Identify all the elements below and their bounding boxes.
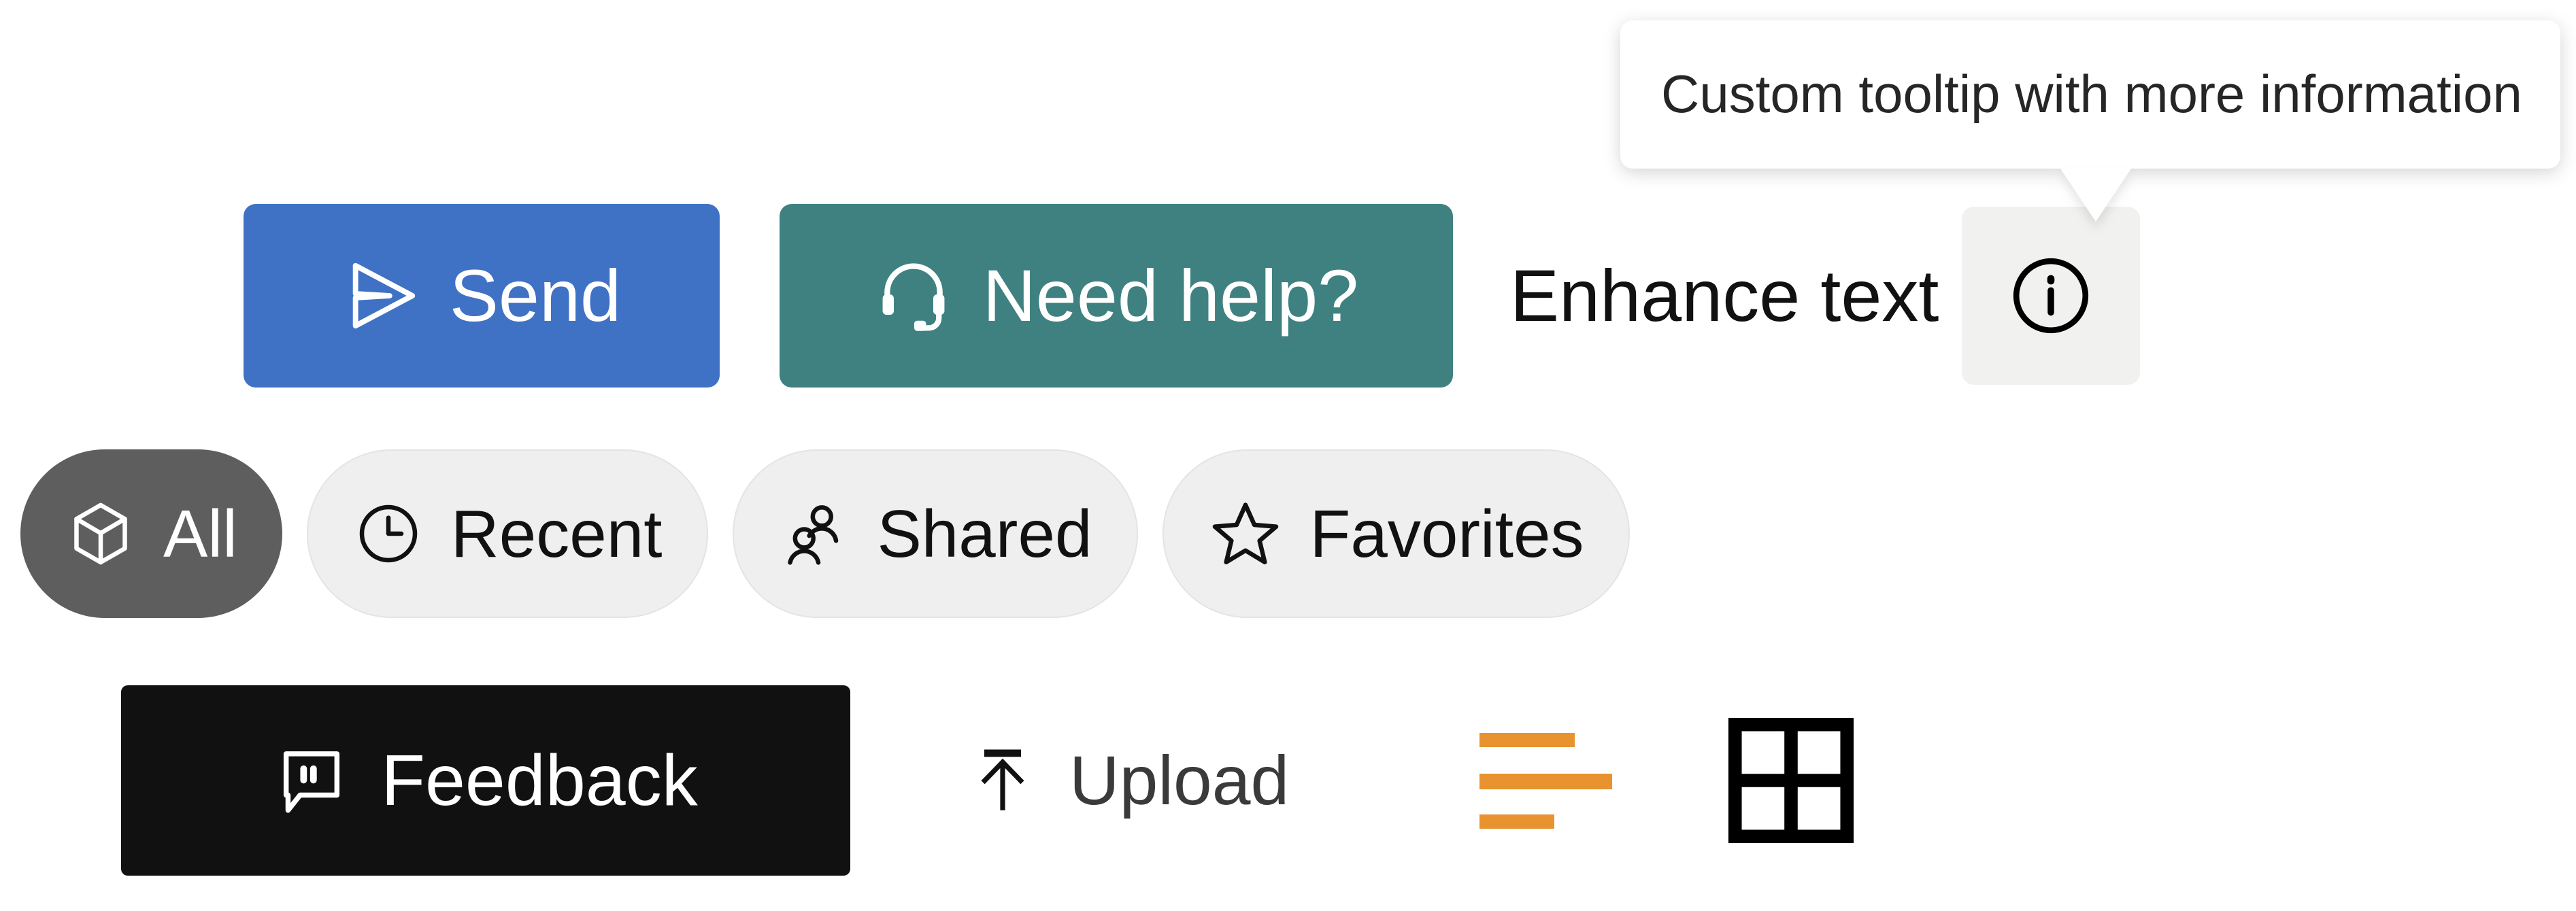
filter-pill-row: All Recent Shared Favorites <box>0 449 1630 619</box>
cube-icon <box>65 498 136 569</box>
filter-pill-recent[interactable]: Recent <box>306 449 709 618</box>
upload-label: Upload <box>1069 742 1290 819</box>
send-icon <box>342 256 422 336</box>
need-help-button-label: Need help? <box>982 254 1359 337</box>
feedback-button[interactable]: Feedback <box>121 685 850 876</box>
info-button[interactable] <box>1962 207 2141 385</box>
grid-2x2-icon <box>1727 717 1855 844</box>
filter-pill-recent-label: Recent <box>450 496 663 571</box>
need-help-button[interactable]: Need help? <box>780 204 1453 388</box>
enhance-text-group: Enhance text <box>1510 207 2141 385</box>
upload-button[interactable]: Upload <box>965 742 1289 819</box>
clock-icon <box>353 498 424 569</box>
filter-pill-all[interactable]: All <box>20 449 282 618</box>
list-view-button[interactable] <box>1479 729 1643 831</box>
send-button[interactable]: Send <box>244 204 720 388</box>
filter-pill-shared-label: Shared <box>877 496 1092 571</box>
people-icon <box>779 498 850 569</box>
action-button-row: Send Need help? Enhance text <box>0 204 2141 388</box>
tooltip: Custom tooltip with more information <box>1620 20 2560 222</box>
misc-control-row: Feedback Upload <box>0 680 1855 881</box>
feedback-button-label: Feedback <box>381 740 698 821</box>
grid-view-button[interactable] <box>1727 717 1855 844</box>
comment-quote-icon <box>273 742 350 819</box>
arrow-up-to-line-icon <box>965 742 1041 819</box>
tooltip-arrow <box>2060 169 2132 222</box>
enhance-text-label: Enhance text <box>1510 254 1939 337</box>
info-circle-icon <box>2005 250 2096 341</box>
list-lines-icon <box>1479 729 1643 831</box>
headset-icon <box>874 256 953 335</box>
send-button-label: Send <box>449 254 622 337</box>
star-icon <box>1209 497 1282 570</box>
filter-pill-favorites[interactable]: Favorites <box>1162 449 1630 618</box>
filter-pill-favorites-label: Favorites <box>1309 496 1584 571</box>
filter-pill-all-label: All <box>163 496 237 571</box>
filter-pill-shared[interactable]: Shared <box>733 449 1139 618</box>
tooltip-text: Custom tooltip with more information <box>1661 64 2522 124</box>
